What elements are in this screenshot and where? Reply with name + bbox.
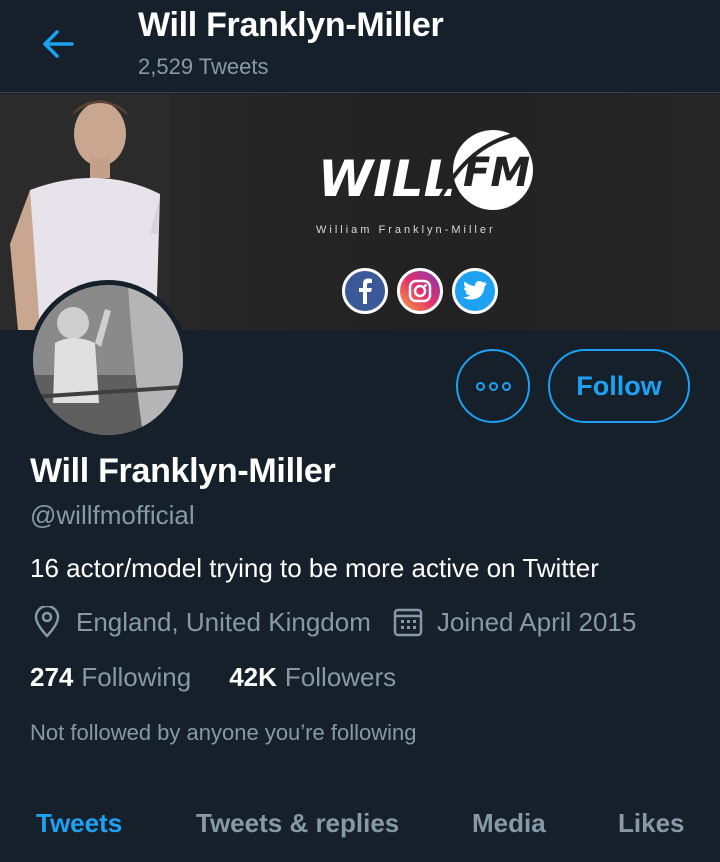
instagram-icon [397, 268, 443, 314]
followers-link[interactable]: 42K Followers [229, 662, 396, 693]
arrow-left-icon [43, 30, 74, 58]
willfm-logo: WILL FM [318, 130, 533, 210]
profile-avatar[interactable] [28, 280, 188, 440]
avatar-image [33, 285, 183, 435]
profile-joined: Joined April 2015 [436, 606, 637, 637]
tab-likes[interactable]: Likes [618, 808, 685, 839]
svg-text:WILL: WILL [318, 150, 455, 208]
tab-media[interactable]: Media [472, 808, 546, 839]
profile-handle: @willfmofficial [30, 500, 195, 530]
following-count: 274 [30, 662, 74, 692]
following-label: Following [81, 662, 192, 692]
back-button[interactable] [38, 26, 78, 62]
header-title: Will Franklyn-Miller [138, 6, 444, 44]
profile-bio: 16 actor/model trying to be more active … [30, 553, 599, 583]
tab-tweets-replies[interactable]: Tweets & replies [196, 808, 399, 839]
profile-name: Will Franklyn-Miller [30, 452, 336, 490]
not-followed-note: Not followed by anyone you’re following [30, 720, 417, 745]
location-pin-icon [30, 605, 64, 639]
profile-header: Will Franklyn-Miller 2,529 Tweets [0, 0, 720, 93]
following-link[interactable]: 274 Following [30, 662, 191, 693]
profile-location: England, United Kingdom [76, 606, 371, 637]
profile-meta: England, United Kingdom Joined April 201… [30, 605, 636, 639]
facebook-icon [342, 268, 388, 314]
more-options-button[interactable] [456, 349, 530, 423]
followers-label: Followers [284, 662, 397, 692]
profile-tabs: Tweets Tweets & replies Media Likes [0, 800, 720, 862]
tab-tweets[interactable]: Tweets [36, 808, 122, 839]
follow-button[interactable]: Follow [548, 349, 690, 423]
follow-counts: 274 Following 42K Followers [30, 662, 396, 693]
more-options-icon [475, 381, 485, 391]
tweet-count: 2,529 Tweets [138, 54, 269, 79]
banner-tagline: William Franklyn-Miller [316, 224, 496, 236]
calendar-icon [391, 605, 425, 639]
twitter-icon [452, 268, 498, 314]
followers-count: 42K [229, 662, 277, 692]
